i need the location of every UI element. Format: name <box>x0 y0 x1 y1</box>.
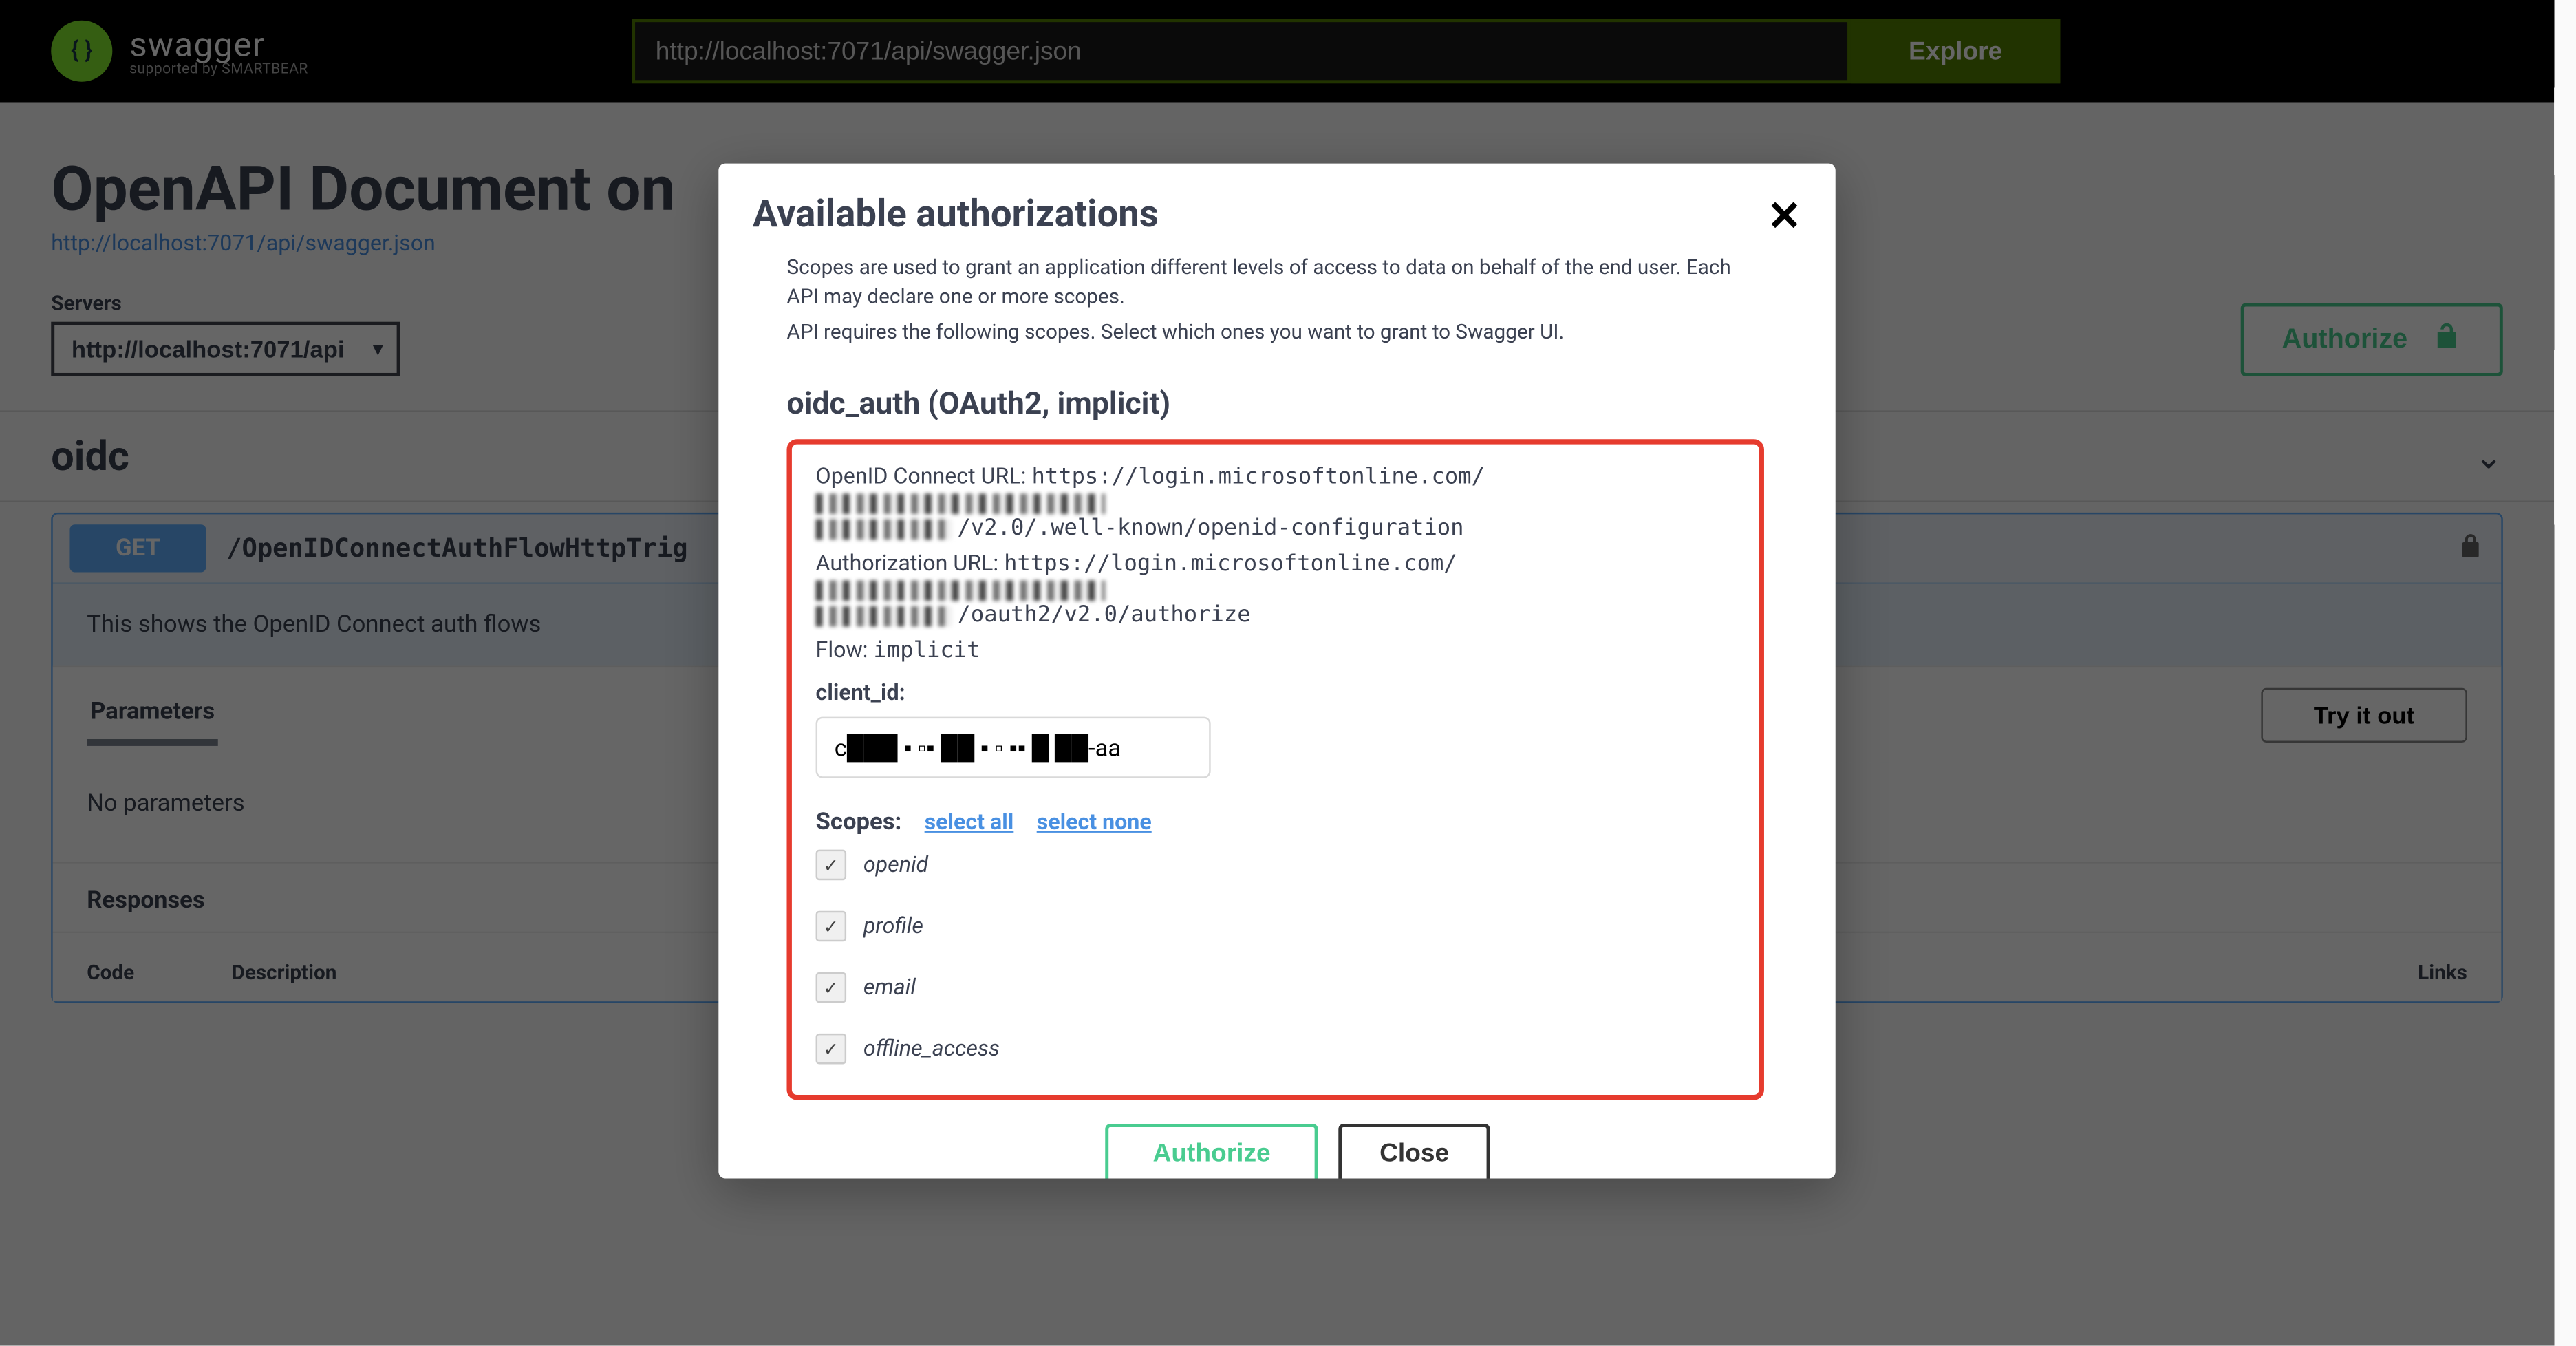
client-id-input[interactable] <box>815 718 1210 779</box>
select-none-link[interactable]: select none <box>1037 811 1152 837</box>
checkbox-icon[interactable]: ✓ <box>815 1034 846 1065</box>
auth-scheme-title: oidc_auth (OAuth2, implicit) <box>786 387 1808 423</box>
checkbox-icon[interactable]: ✓ <box>815 973 846 1004</box>
scope-name: email <box>863 976 916 1001</box>
scopes-heading: Scopes: select all select none <box>815 809 1735 837</box>
modal-footer: Authorize Close <box>786 1101 1808 1179</box>
scope-row-offline-access[interactable]: ✓ offline_access <box>815 1034 1735 1065</box>
authorization-url: Authorization URL: https://login.microso… <box>815 553 1735 629</box>
authorizations-modal: Available authorizations ✕ Scopes are us… <box>718 164 1835 1179</box>
highlighted-auth-box: OpenID Connect URL: https://login.micros… <box>786 440 1763 1100</box>
scopes-description-2: API requires the following scopes. Selec… <box>786 318 1808 347</box>
redacted-tenant-id <box>815 494 1105 515</box>
redacted-segment <box>815 520 952 540</box>
scope-name: openid <box>863 853 928 879</box>
scope-name: profile <box>863 915 923 940</box>
scope-row-openid[interactable]: ✓ openid <box>815 851 1735 882</box>
modal-close-button[interactable]: Close <box>1339 1124 1490 1178</box>
scopes-description-1: Scopes are used to grant an application … <box>786 254 1808 311</box>
flow-line: Flow: implicit <box>815 639 1735 665</box>
client-id-label: client_id: <box>815 682 1735 707</box>
modal-authorize-button[interactable]: Authorize <box>1105 1124 1318 1178</box>
close-icon[interactable]: ✕ <box>1767 195 1801 235</box>
checkbox-icon[interactable]: ✓ <box>815 912 846 943</box>
select-all-link[interactable]: select all <box>924 811 1013 837</box>
openid-connect-url: OpenID Connect URL: https://login.micros… <box>815 466 1735 542</box>
redacted-segment-2 <box>815 606 952 627</box>
redacted-tenant-id-2 <box>815 581 1105 601</box>
modal-title: Available authorizations <box>753 194 1159 237</box>
modal-overlay[interactable]: Available authorizations ✕ Scopes are us… <box>0 0 2554 1345</box>
checkbox-icon[interactable]: ✓ <box>815 851 846 882</box>
scope-row-email[interactable]: ✓ email <box>815 973 1735 1004</box>
scope-name: offline_access <box>863 1037 1000 1062</box>
scope-row-profile[interactable]: ✓ profile <box>815 912 1735 943</box>
